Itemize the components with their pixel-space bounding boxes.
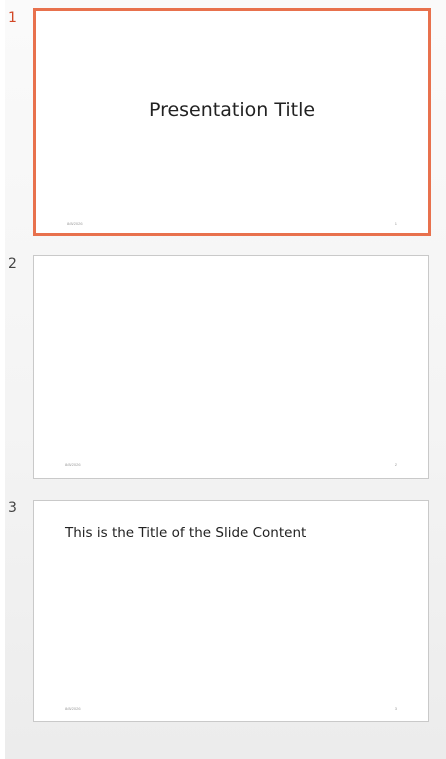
slide-1-footer-number: 1 <box>394 221 397 226</box>
slide-3-footer-number: 3 <box>394 706 397 711</box>
slide-thumbnail-1[interactable]: Presentation Title 8/8/2026 1 <box>33 8 431 236</box>
slide-thumbnail-row-1[interactable]: 1 Presentation Title 8/8/2026 1 <box>0 8 446 236</box>
slide-1-footer-date: 8/8/2026 <box>67 221 83 226</box>
slide-2-footer-number: 2 <box>394 462 397 467</box>
slide-thumbnail-2[interactable]: 8/8/2026 2 <box>33 255 429 479</box>
slide-3-title: This is the Title of the Slide Content <box>65 525 307 541</box>
slide-3-footer-date: 8/8/2026 <box>65 706 81 711</box>
slide-number-3: 3 <box>8 500 17 516</box>
slide-thumbnail-3[interactable]: This is the Title of the Slide Content 8… <box>33 500 429 722</box>
slides-pane[interactable]: 1 Presentation Title 8/8/2026 1 2 8/8/20… <box>0 0 446 759</box>
slide-1-title: Presentation Title <box>148 99 316 121</box>
slide-thumbnail-row-2[interactable]: 2 8/8/2026 2 <box>0 254 446 479</box>
slide-thumbnail-row-3[interactable]: 3 This is the Title of the Slide Content… <box>0 499 446 723</box>
slide-number-1: 1 <box>8 10 17 26</box>
slide-2-footer-date: 8/8/2026 <box>65 462 81 467</box>
slide-number-2: 2 <box>8 256 17 272</box>
